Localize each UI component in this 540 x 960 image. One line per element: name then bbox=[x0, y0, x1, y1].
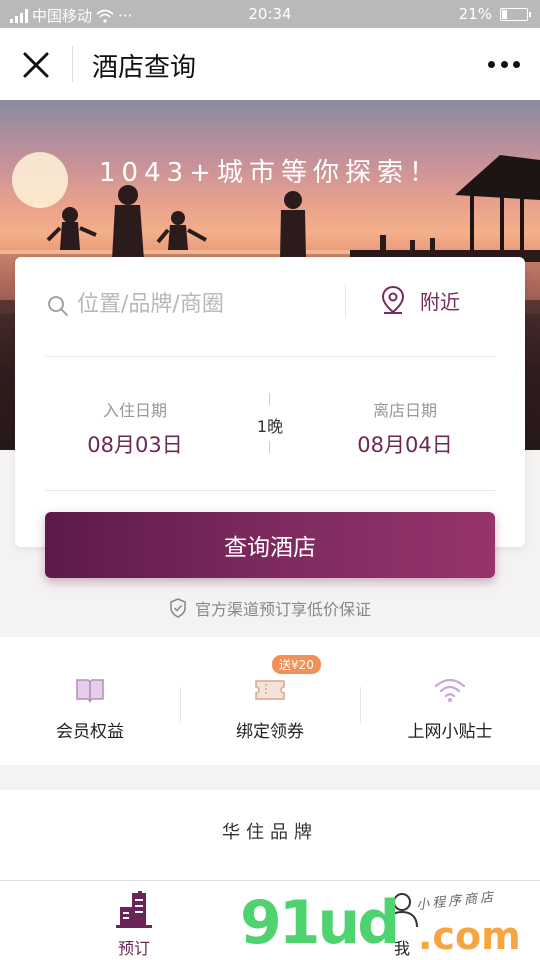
price-guarantee: 官方渠道预订享低价保证 bbox=[0, 596, 540, 620]
watermark-main: 91ud bbox=[240, 888, 400, 958]
location-search-input[interactable] bbox=[77, 287, 307, 321]
hotel-search-card: 附近 入住日期 08月03日 1晚 离店日期 08月04日 bbox=[15, 257, 525, 547]
banner-headline: 1043+城市等你探索！ bbox=[99, 158, 441, 188]
search-icon bbox=[48, 296, 68, 316]
nearby-button[interactable]: 附近 bbox=[380, 285, 460, 315]
nights-indicator: 1晚 bbox=[235, 393, 305, 453]
location-pin-icon bbox=[381, 285, 405, 314]
nights-divider-top bbox=[269, 393, 270, 405]
watermark-logo: 91ud 小程序商店 .com bbox=[240, 886, 540, 960]
wifi-icon bbox=[434, 678, 466, 702]
battery-icon bbox=[500, 7, 531, 21]
watermark-suffix: .com bbox=[418, 914, 521, 958]
bind-coupon-label: 绑定领券 bbox=[236, 722, 304, 742]
brand-section: 华住品牌 bbox=[0, 790, 540, 880]
page-title: 酒店查询 bbox=[92, 53, 197, 83]
checkout-label: 离店日期 bbox=[372, 401, 437, 420]
more-dot-icon bbox=[488, 60, 495, 68]
bind-coupon-button[interactable]: 送¥20 绑定领券 bbox=[180, 637, 360, 765]
close-icon[interactable] bbox=[22, 51, 50, 79]
date-row: 入住日期 08月03日 1晚 离店日期 08月04日 bbox=[45, 357, 495, 491]
wifi-tips-label: 上网小贴士 bbox=[407, 722, 493, 742]
tab-booking-label: 预订 bbox=[117, 939, 150, 958]
wifi-tips-button[interactable]: 上网小贴士 bbox=[360, 637, 540, 765]
hotel-building-icon bbox=[116, 891, 152, 928]
member-benefits-label: 会员权益 bbox=[56, 722, 124, 742]
checkout-date-picker[interactable]: 离店日期 08月04日 bbox=[315, 397, 495, 459]
watermark-sub: 小程序商店 bbox=[415, 889, 497, 914]
shield-check-icon bbox=[170, 598, 186, 618]
tab-booking[interactable]: 预订 bbox=[94, 889, 174, 959]
book-icon bbox=[76, 679, 104, 703]
brand-title: 华住品牌 bbox=[222, 822, 318, 843]
checkout-value: 08月04日 bbox=[357, 433, 453, 457]
status-bar: 中国移动 ··· 20:34 21% bbox=[0, 0, 540, 28]
guarantee-text: 官方渠道预订享低价保证 bbox=[194, 600, 371, 619]
nav-bar: 酒店查询 bbox=[0, 28, 540, 100]
more-dot-icon bbox=[500, 60, 508, 68]
quick-actions: 会员权益 送¥20 绑定领券 上网小贴士 bbox=[0, 637, 540, 765]
nearby-label: 附近 bbox=[420, 289, 460, 314]
more-dot-icon bbox=[513, 60, 520, 68]
member-benefits-button[interactable]: 会员权益 bbox=[0, 637, 180, 765]
nav-divider bbox=[72, 46, 73, 82]
checkin-date-picker[interactable]: 入住日期 08月03日 bbox=[45, 397, 225, 459]
search-row: 附近 bbox=[45, 257, 495, 357]
nights-divider-bottom bbox=[269, 441, 270, 453]
search-hotel-button[interactable]: 查询酒店 bbox=[45, 512, 495, 578]
checkin-value: 08月03日 bbox=[87, 433, 183, 457]
battery-percent: 21% bbox=[458, 5, 492, 23]
search-separator bbox=[345, 285, 346, 317]
nights-count: 1晚 bbox=[256, 417, 284, 436]
coupon-badge: 送¥20 bbox=[272, 655, 321, 674]
checkin-label: 入住日期 bbox=[102, 401, 167, 420]
more-menu-button[interactable] bbox=[488, 56, 520, 72]
ticket-icon bbox=[255, 680, 285, 700]
